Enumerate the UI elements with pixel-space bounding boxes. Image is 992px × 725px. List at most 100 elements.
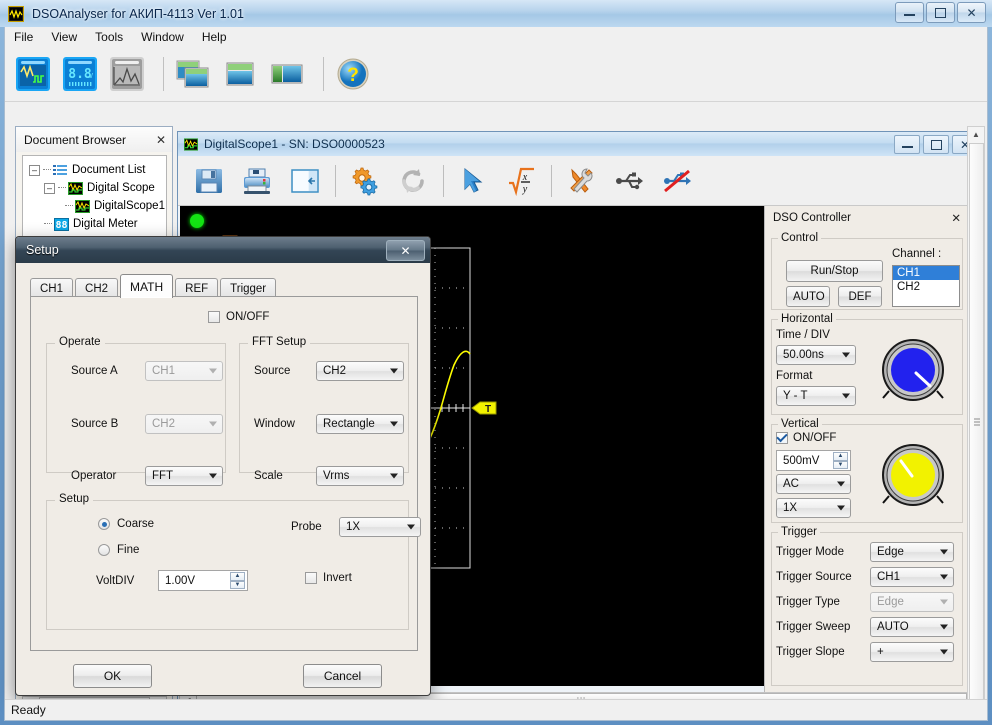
maximize-button[interactable] [926, 2, 955, 23]
def-button[interactable]: DEF [838, 286, 882, 307]
vertical-onoff-checkbox[interactable] [776, 432, 788, 444]
chevron-down-icon [209, 369, 217, 374]
status-bar: Ready [5, 699, 987, 720]
tools-icon[interactable] [560, 161, 602, 201]
menu-window[interactable]: Window [132, 28, 193, 46]
tree-item-digital-meter[interactable]: 88 Digital Meter [25, 215, 164, 233]
chevron-down-icon [940, 550, 948, 555]
close-icon[interactable]: ✕ [951, 211, 961, 225]
print-icon[interactable] [236, 161, 278, 201]
trigger-mode-value: Edge [877, 546, 904, 558]
tree-item-document-list[interactable]: – Document List [25, 161, 164, 179]
document-browser-title: Document Browser [24, 133, 126, 147]
fft-source-select[interactable]: CH2 [316, 361, 404, 381]
chevron-down-icon [940, 600, 948, 605]
coarse-radio-row[interactable]: Coarse [98, 518, 154, 530]
tab-math[interactable]: MATH [120, 274, 173, 298]
menu-help[interactable]: Help [193, 28, 236, 46]
tab-ch2[interactable]: CH2 [75, 278, 118, 298]
fft-window-select[interactable]: Rectangle [316, 414, 404, 434]
time-div-select[interactable]: 50.00ns [776, 345, 856, 365]
fine-radio[interactable] [98, 544, 110, 556]
tree-connector [44, 223, 52, 225]
spinner-buttons[interactable]: ▲▼ [833, 452, 848, 469]
coarse-radio[interactable] [98, 518, 110, 530]
horizontal-knob[interactable] [876, 333, 950, 407]
setup-group: Setup Coarse Fine VoltDIV 1.0 [46, 500, 409, 630]
channel-listbox[interactable]: CH1 CH2 [892, 265, 960, 307]
coupling-select[interactable]: AC [776, 474, 851, 494]
new-meter-icon[interactable]: 8.8 V [60, 54, 100, 94]
tab-trigger[interactable]: Trigger [220, 278, 276, 298]
ok-button[interactable]: OK [73, 664, 152, 688]
math-formula-icon[interactable]: x y [500, 161, 542, 201]
trigger-sweep-label: Trigger Sweep [776, 621, 850, 633]
channel-option-ch2[interactable]: CH2 [893, 280, 959, 294]
spectrum-icon[interactable] [107, 54, 147, 94]
vertical-knob[interactable] [876, 438, 950, 512]
menu-file[interactable]: File [5, 28, 42, 46]
voltdiv-spinner[interactable]: 1.00V ▲▼ [158, 570, 248, 591]
tab-ch1[interactable]: CH1 [30, 278, 73, 298]
minimize-button[interactable] [895, 2, 924, 23]
cascade-windows-icon[interactable] [173, 54, 213, 94]
usb-disconnect-icon[interactable] [656, 161, 698, 201]
probe-select[interactable]: 1X [339, 517, 421, 537]
trigger-source-select[interactable]: CH1 [870, 567, 954, 587]
expander-icon[interactable]: – [44, 183, 55, 194]
close-icon[interactable]: ✕ [156, 133, 166, 147]
math-onoff-row[interactable]: ON/OFF [208, 311, 269, 323]
refresh-icon[interactable] [392, 161, 434, 201]
operator-select[interactable]: FFT [145, 466, 223, 486]
menu-tools[interactable]: Tools [86, 28, 132, 46]
tree-item-digitalscope1[interactable]: DigitalScope1 [25, 197, 164, 215]
trigger-mode-select[interactable]: Edge [870, 542, 954, 562]
panel-layout-icon[interactable] [284, 161, 326, 201]
save-icon[interactable] [188, 161, 230, 201]
scroll-up-icon[interactable]: ▲ [969, 127, 984, 142]
tile-horizontal-icon[interactable] [220, 54, 260, 94]
client-vscrollbar-thumb[interactable] [969, 143, 984, 701]
menu-view[interactable]: View [42, 28, 86, 46]
close-button[interactable]: ✕ [957, 2, 986, 23]
settings-gears-icon[interactable] [344, 161, 386, 201]
operator-value: FFT [152, 470, 173, 482]
chevron-down-icon [837, 506, 845, 511]
tab-ref[interactable]: REF [175, 278, 218, 298]
run-stop-button[interactable]: Run/Stop [786, 260, 883, 282]
vertical-onoff-row[interactable]: ON/OFF [776, 432, 836, 444]
tile-vertical-icon[interactable] [267, 54, 307, 94]
tree-item-digital-scope[interactable]: – Digital Scope [25, 179, 164, 197]
usb-connect-icon[interactable] [608, 161, 650, 201]
trigger-slope-select[interactable]: + [870, 642, 954, 662]
volts-div-spinner[interactable]: 500mV ▲▼ [776, 450, 851, 471]
invert-checkbox[interactable] [305, 572, 317, 584]
chevron-down-icon [940, 650, 948, 655]
trigger-source-label: Trigger Source [776, 571, 852, 583]
scope-minimize-button[interactable] [894, 135, 920, 154]
auto-button[interactable]: AUTO [786, 286, 830, 307]
fine-radio-row[interactable]: Fine [98, 544, 139, 556]
math-onoff-checkbox[interactable] [208, 311, 220, 323]
trigger-slope-label: Trigger Slope [776, 646, 845, 658]
probe-attenuation-select[interactable]: 1X [776, 498, 851, 518]
expander-icon[interactable]: – [29, 165, 40, 176]
format-value: Y - T [783, 390, 808, 402]
channel-option-ch1[interactable]: CH1 [893, 266, 959, 280]
new-scope-icon[interactable] [13, 54, 53, 94]
main-titlebar: DSOAnalyser for АКИП-4113 Ver 1.01 ✕ [0, 0, 992, 27]
help-icon[interactable]: ? [333, 54, 373, 94]
invert-row[interactable]: Invert [305, 572, 352, 584]
window-controls: ✕ [895, 2, 986, 23]
chevron-down-icon [209, 422, 217, 427]
format-select[interactable]: Y - T [776, 386, 856, 406]
spinner-up-icon: ▲ [230, 572, 245, 581]
fft-scale-select[interactable]: Vrms [316, 466, 404, 486]
client-vscrollbar[interactable]: ▲ ▼ [967, 126, 985, 718]
setup-dialog-close-button[interactable]: ✕ [386, 240, 425, 261]
cancel-button[interactable]: Cancel [303, 664, 382, 688]
cursor-pointer-icon[interactable] [452, 161, 494, 201]
trigger-sweep-select[interactable]: AUTO [870, 617, 954, 637]
scope-maximize-button[interactable] [923, 135, 949, 154]
spinner-buttons[interactable]: ▲▼ [230, 572, 245, 589]
